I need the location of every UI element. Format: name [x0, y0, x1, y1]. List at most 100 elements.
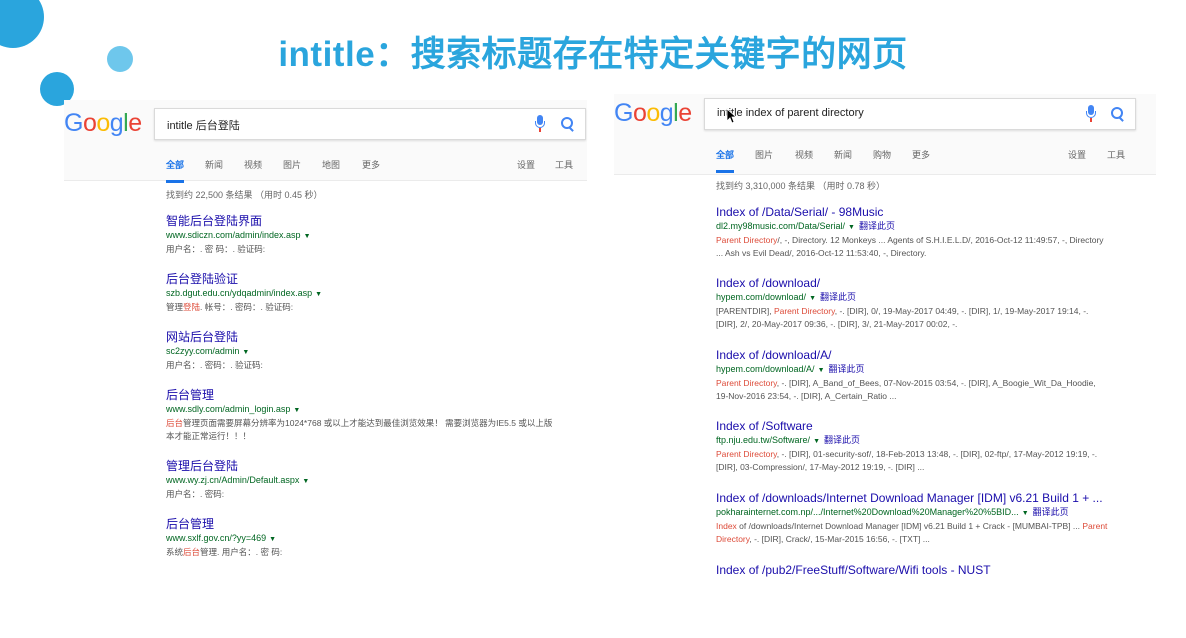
search-box[interactable]: intitle 后台登陆 [154, 108, 586, 140]
result-snippet: 用户名：. 密码: [166, 489, 225, 499]
search-result: 后台登陆验证 szb.dgut.edu.cn/ydqadmin/index.as… [166, 272, 322, 314]
caret-down-icon[interactable]: ▼ [315, 291, 322, 298]
result-url: dl2.my98music.com/Data/Serial/ [716, 221, 846, 231]
result-title[interactable]: Index of /download/ [716, 276, 1146, 290]
search-icon[interactable] [1111, 107, 1125, 122]
search-result: 管理后台登陆 www.wy.zj.cn/Admin/Default.aspx ▼ … [166, 459, 309, 501]
result-url: www.sdly.com/admin_login.asp [166, 404, 291, 414]
tab-tools[interactable]: 工具 [555, 158, 573, 180]
result-title[interactable]: Index of /downloads/Internet Download Ma… [716, 491, 1146, 505]
result-title[interactable]: Index of /Data/Serial/ - 98Music [716, 205, 1146, 219]
result-url: www.wy.zj.cn/Admin/Default.aspx [166, 475, 300, 485]
translate-link[interactable]: 翻译此页 [820, 292, 856, 302]
tab-settings[interactable]: 设置 [517, 158, 535, 180]
tab-more[interactable]: 更多 [912, 148, 930, 170]
search-result: 智能后台登陆界面 www.sdiczn.com/admin/index.asp ▼… [166, 214, 311, 256]
result-title[interactable]: 智能后台登陆界面 [166, 214, 311, 228]
result-title[interactable]: Index of /Software [716, 419, 1146, 433]
result-snippet: 后台管理页面需要屏幕分辨率为1024*768 或以上才能达到最佳浏览效果！ 需要… [166, 418, 553, 428]
search-query: intitle index of parent directory [717, 107, 864, 119]
result-title[interactable]: Index of /pub2/FreeStuff/Software/Wifi t… [716, 563, 1146, 577]
result-title[interactable]: Index of /download/A/ [716, 348, 1146, 362]
caret-down-icon[interactable]: ▼ [304, 233, 311, 240]
result-snippet: 用户名：. 密 码：. 验证码: [166, 244, 266, 254]
result-snippet: Parent Directory, -. [DIR], A_Band_of_Be… [716, 378, 1096, 388]
tab-shopping[interactable]: 购物 [873, 148, 891, 170]
tab-images[interactable]: 图片 [755, 148, 773, 170]
result-url: hypem.com/download/A/ [716, 364, 815, 374]
caret-down-icon[interactable]: ▼ [242, 349, 249, 356]
caret-down-icon[interactable]: ▼ [293, 407, 300, 414]
result-snippet: Parent Directory, -. [DIR], 01-security-… [716, 449, 1098, 459]
result-title[interactable]: 后台登陆验证 [166, 272, 322, 286]
tab-settings[interactable]: 设置 [1068, 148, 1086, 170]
caret-down-icon[interactable]: ▼ [1022, 510, 1029, 517]
search-result: Index of /download/A/ hypem.com/download… [716, 348, 1146, 403]
result-snippet: Index of /downloads/Internet Download Ma… [716, 521, 1108, 531]
search-result: Index of /downloads/Internet Download Ma… [716, 491, 1146, 546]
tab-all[interactable]: 全部 [716, 148, 735, 173]
search-query: intitle 后台登陆 [167, 120, 240, 132]
result-url: ftp.nju.edu.tw/Software/ [716, 435, 811, 445]
search-result: Index of /pub2/FreeStuff/Software/Wifi t… [716, 563, 1146, 577]
search-icon[interactable] [561, 117, 575, 132]
caret-down-icon[interactable]: ▼ [813, 438, 820, 445]
tab-news[interactable]: 新闻 [834, 148, 852, 170]
slide-title: intitle：搜索标题存在特定关键字的网页 [278, 35, 908, 74]
logo-letter: g [659, 99, 674, 127]
translate-link[interactable]: 翻译此页 [829, 364, 865, 374]
microphone-icon[interactable] [535, 115, 545, 133]
result-snippet: Parent Directory/, -, Directory. 12 Monk… [716, 235, 1104, 245]
tab-more[interactable]: 更多 [362, 158, 380, 180]
search-result: 后台管理 www.sdly.com/admin_login.asp ▼ 后台管理页… [166, 388, 552, 443]
caret-down-icon[interactable]: ▼ [818, 367, 825, 374]
search-box[interactable]: intitle index of parent directory [704, 98, 1136, 130]
translate-link[interactable]: 翻译此页 [859, 221, 895, 231]
caret-down-icon[interactable]: ▼ [269, 536, 276, 543]
result-title[interactable]: 网站后台登陆 [166, 330, 263, 344]
text-cursor-icon [726, 108, 738, 124]
tab-news[interactable]: 新闻 [205, 158, 223, 180]
result-stats: 找到约 3,310,000 条结果 （用时 0.78 秒） [716, 181, 886, 191]
caret-down-icon[interactable]: ▼ [302, 478, 309, 485]
result-url: www.sdiczn.com/admin/index.asp [166, 230, 301, 240]
result-title[interactable]: 后台管理 [166, 388, 552, 402]
result-snippet-line2: ... Ash vs Evil Dead/, 2016-Oct-12 11:53… [716, 248, 927, 258]
google-logo: Google [64, 109, 142, 138]
logo-letter: o [82, 109, 97, 137]
caret-down-icon[interactable]: ▼ [848, 224, 855, 231]
translate-link[interactable]: 翻译此页 [1033, 507, 1069, 517]
translate-link[interactable]: 翻译此页 [824, 435, 860, 445]
result-title[interactable]: 后台管理 [166, 517, 282, 531]
right-search-screenshot: Google intitle index of parent directory… [614, 94, 1156, 594]
result-snippet-line2: 19-Nov-2016 23:54, -. [DIR], A_Certain_R… [716, 391, 897, 401]
tab-images[interactable]: 图片 [283, 158, 301, 180]
tab-video[interactable]: 视频 [244, 158, 262, 180]
result-snippet: 管理登陆. 帐号：. 密码：. 验证码: [166, 302, 294, 312]
search-result: 网站后台登陆 sc2zyy.com/admin ▼ 用户名：. 密码：. 验证码: [166, 330, 263, 372]
result-url: hypem.com/download/ [716, 292, 807, 302]
result-url: sc2zyy.com/admin [166, 346, 240, 356]
result-snippet-line2: [DIR], 2/, 20-May-2017 09:36, -. [DIR], … [716, 319, 958, 329]
microphone-icon[interactable] [1086, 105, 1096, 123]
caret-down-icon[interactable]: ▼ [809, 295, 816, 302]
tab-all[interactable]: 全部 [166, 158, 185, 183]
logo-letter: e [128, 109, 142, 137]
result-url: pokharainternet.com.np/.../Internet%20Do… [716, 507, 1019, 517]
logo-letter: o [646, 99, 660, 127]
result-stats: 找到约 22,500 条结果 （用时 0.45 秒） [166, 190, 323, 200]
logo-letter: o [96, 109, 110, 137]
tab-maps[interactable]: 地图 [322, 158, 340, 180]
google-logo: Google [614, 99, 692, 128]
logo-letter: g [109, 109, 124, 137]
left-search-screenshot: Google intitle 后台登陆 全部 新闻 视频 图片 地图 更多 设置… [64, 100, 587, 570]
logo-letter: G [614, 99, 633, 127]
result-snippet: [PARENTDIR], Parent Directory, -. [DIR],… [716, 306, 1089, 316]
result-url: www.sxlf.gov.cn/?yy=469 [166, 533, 267, 543]
search-result: 后台管理 www.sxlf.gov.cn/?yy=469 ▼ 系统后台管理. 用户… [166, 517, 282, 559]
tab-video[interactable]: 视频 [795, 148, 813, 170]
result-title[interactable]: 管理后台登陆 [166, 459, 309, 473]
logo-letter: e [678, 99, 692, 127]
logo-letter: o [632, 99, 647, 127]
tab-tools[interactable]: 工具 [1107, 148, 1125, 170]
